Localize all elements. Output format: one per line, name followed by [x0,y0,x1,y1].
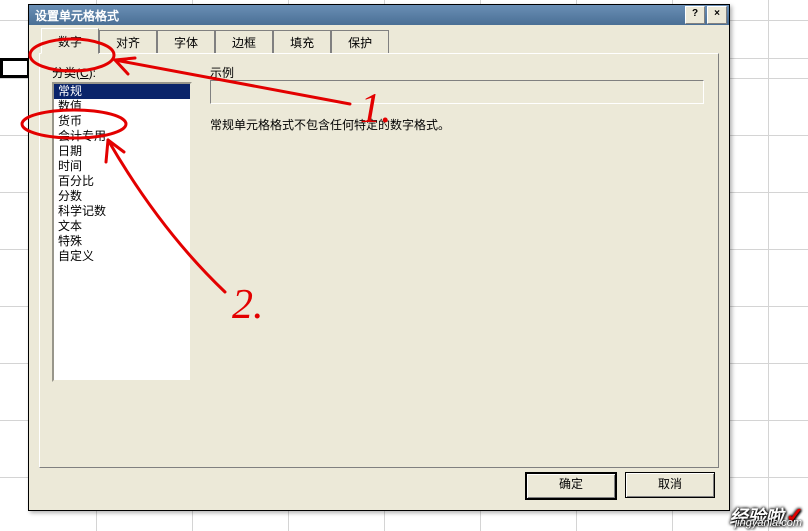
list-item[interactable]: 会计专用 [54,129,190,144]
category-label-suffix: ): [89,66,96,80]
category-listbox-scroll[interactable]: 常规 数值 货币 会计专用 日期 时间 百分比 分数 科学记数 文本 特殊 自定… [54,84,190,380]
tab-fill[interactable]: 填充 [273,30,331,54]
format-cells-dialog: 设置单元格格式 ? × 数字 对齐 字体 边框 填充 保护 分类(C): 常规 … [28,4,730,511]
dialog-button-row: 确定 取消 [525,472,715,500]
category-label-hotkey: C [80,66,89,80]
dialog-title: 设置单元格格式 [35,7,683,24]
example-box [210,80,704,104]
cancel-button[interactable]: 取消 [625,472,715,498]
list-item[interactable]: 自定义 [54,249,190,264]
help-button[interactable]: ? [685,6,705,24]
list-item[interactable]: 常规 [54,84,190,99]
tab-border[interactable]: 边框 [215,30,273,54]
example-label: 示例 [210,64,234,81]
cell-selection-border [0,58,30,78]
dialog-body: 数字 对齐 字体 边框 填充 保护 分类(C): 常规 数值 货币 会计专用 日… [29,25,729,510]
list-item[interactable]: 分数 [54,189,190,204]
tab-protection[interactable]: 保护 [331,30,389,54]
category-listbox[interactable]: 常规 数值 货币 会计专用 日期 时间 百分比 分数 科学记数 文本 特殊 自定… [52,82,192,382]
list-item[interactable]: 时间 [54,159,190,174]
list-item[interactable]: 日期 [54,144,190,159]
category-label-prefix: 分类( [52,66,80,80]
format-description: 常规单元格格式不包含任何特定的数字格式。 [210,116,450,133]
list-item[interactable]: 特殊 [54,234,190,249]
close-button[interactable]: × [707,6,727,24]
ok-button[interactable]: 确定 [525,472,617,500]
list-item[interactable]: 科学记数 [54,204,190,219]
tab-font[interactable]: 字体 [157,30,215,54]
dialog-titlebar[interactable]: 设置单元格格式 ? × [29,5,729,25]
tab-strip: 数字 对齐 字体 边框 填充 保护 [41,31,719,53]
list-item[interactable]: 文本 [54,219,190,234]
tab-panel-number: 分类(C): 常规 数值 货币 会计专用 日期 时间 百分比 分数 科学记数 文… [39,53,719,468]
list-item[interactable]: 百分比 [54,174,190,189]
list-item[interactable]: 数值 [54,99,190,114]
tab-alignment[interactable]: 对齐 [99,30,157,54]
list-item[interactable]: 货币 [54,114,190,129]
tab-number[interactable]: 数字 [41,28,99,54]
watermark-sub: jingyanla.com [735,517,802,529]
category-label: 分类(C): [52,64,706,81]
